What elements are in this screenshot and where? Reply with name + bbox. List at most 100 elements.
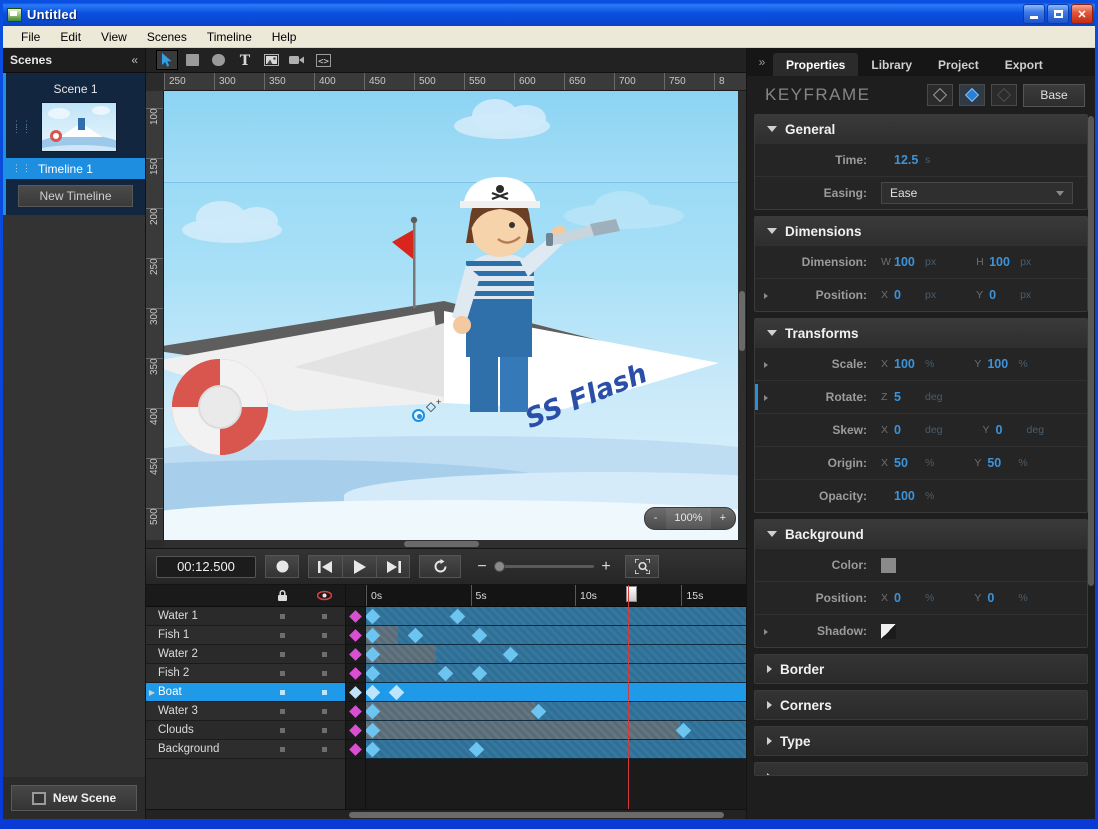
tab-properties[interactable]: Properties	[773, 53, 859, 76]
track-lane-water-2[interactable]	[366, 645, 746, 664]
timeline-ruler[interactable]: 0s 5s 10s 15s	[366, 585, 746, 607]
keyframe-marker[interactable]	[366, 684, 381, 701]
track-lane-background[interactable]	[366, 740, 746, 759]
maximize-button[interactable]	[1047, 4, 1069, 24]
zoom-in-button[interactable]: +	[711, 508, 735, 529]
video-tool[interactable]	[286, 50, 308, 70]
track-lane-water-3[interactable]	[366, 702, 746, 721]
ellipse-tool[interactable]	[208, 50, 230, 70]
close-button[interactable]: ✕	[1071, 4, 1093, 24]
stage-vertical-scrollbar[interactable]	[738, 91, 746, 540]
menu-scenes[interactable]: Scenes	[137, 28, 197, 46]
track-keyframe-indicator[interactable]	[346, 607, 365, 626]
timeline-zoom-out-button[interactable]: −	[476, 558, 488, 576]
lock-toggle[interactable]	[261, 727, 303, 733]
track-lane-clouds[interactable]	[366, 721, 746, 740]
collapse-properties-icon[interactable]: »	[751, 48, 773, 76]
stage-horizontal-scrollbar[interactable]	[164, 540, 746, 548]
menu-timeline[interactable]: Timeline	[197, 28, 262, 46]
group-dimensions-header[interactable]: Dimensions	[755, 217, 1087, 245]
stage-canvas[interactable]: SS Flash ◇+ - 100% +	[164, 91, 746, 540]
visibility-toggle[interactable]	[303, 746, 345, 752]
visibility-toggle[interactable]	[303, 613, 345, 619]
code-tool[interactable]: <>	[312, 50, 334, 70]
rectangle-tool[interactable]	[182, 50, 204, 70]
group-background-header[interactable]: Background	[755, 520, 1087, 548]
lock-toggle[interactable]	[261, 651, 303, 657]
track-lane-fish-1[interactable]	[366, 626, 746, 645]
easing-select[interactable]: Ease	[881, 182, 1073, 204]
visibility-toggle[interactable]	[303, 708, 345, 714]
next-keyframe-button[interactable]	[991, 84, 1017, 106]
origin-y-value[interactable]: 50	[987, 456, 1013, 470]
lock-toggle[interactable]	[261, 613, 303, 619]
lock-toggle[interactable]	[261, 746, 303, 752]
group-general-header[interactable]: General	[755, 115, 1087, 143]
rotate-z-value[interactable]: 5	[894, 390, 920, 404]
visibility-toggle[interactable]	[303, 727, 345, 733]
track-row-boat[interactable]: ▶ Boat	[146, 683, 345, 702]
time-value[interactable]: 12.5	[894, 153, 920, 167]
drag-handle-icon[interactable]: ⋮⋮ ⋮⋮	[12, 120, 31, 134]
timeline-tracks[interactable]: 0s 5s 10s 15s	[366, 585, 746, 809]
bg-shadow-swatch[interactable]	[881, 623, 896, 639]
scene-thumbnail[interactable]	[41, 102, 117, 152]
lock-icon[interactable]	[261, 589, 303, 602]
stage-viewport[interactable]: SS Flash ◇+ - 100% +	[164, 91, 746, 540]
track-keyframe-indicator[interactable]	[346, 721, 365, 740]
track-keyframe-indicator[interactable]	[346, 740, 365, 759]
image-tool[interactable]	[260, 50, 282, 70]
tab-library[interactable]: Library	[858, 53, 925, 76]
scale-y-value[interactable]: 100	[987, 357, 1013, 371]
origin-x-value[interactable]: 50	[894, 456, 920, 470]
scrollbar-thumb[interactable]	[349, 812, 724, 818]
lock-toggle[interactable]	[261, 632, 303, 638]
group-border-header[interactable]: Border	[755, 655, 1087, 683]
visibility-icon[interactable]	[303, 590, 345, 601]
scene-item[interactable]: Scene 1 ⋮⋮ ⋮⋮ ⋮⋮ Timeline 1 New Timeline	[3, 73, 145, 215]
pointer-tool[interactable]	[156, 50, 178, 70]
text-tool[interactable]: T	[234, 50, 256, 70]
collapse-panel-icon[interactable]: «	[131, 53, 138, 67]
track-row-water-3[interactable]: Water 3	[146, 702, 345, 721]
menu-file[interactable]: File	[11, 28, 50, 46]
track-row-clouds[interactable]: Clouds	[146, 721, 345, 740]
lock-toggle[interactable]	[261, 708, 303, 714]
tab-project[interactable]: Project	[925, 53, 992, 76]
play-button[interactable]	[342, 555, 376, 578]
skip-previous-button[interactable]	[308, 555, 342, 578]
position-y-value[interactable]: 0	[989, 288, 1015, 302]
add-keyframe-marker-icon[interactable]: ◇+	[426, 397, 441, 414]
scrollbar-thumb[interactable]	[404, 541, 479, 547]
visibility-toggle[interactable]	[303, 689, 345, 695]
transform-origin-marker[interactable]	[412, 409, 425, 422]
track-row-water-1[interactable]: Water 1	[146, 607, 345, 626]
fit-to-view-button[interactable]	[625, 555, 659, 578]
visibility-toggle[interactable]	[303, 670, 345, 676]
drag-handle-icon[interactable]: ⋮⋮	[12, 163, 32, 174]
track-lane-water-1[interactable]	[366, 607, 746, 626]
lock-toggle[interactable]	[261, 670, 303, 676]
timecode-display[interactable]: 00:12.500	[156, 555, 256, 578]
skew-x-value[interactable]: 0	[894, 423, 920, 437]
keyframe-marker[interactable]	[388, 684, 404, 701]
menu-view[interactable]: View	[91, 28, 137, 46]
group-corners-header[interactable]: Corners	[755, 691, 1087, 719]
timeline-zoom-in-button[interactable]: +	[600, 558, 612, 576]
track-keyframe-indicator[interactable]	[346, 683, 365, 702]
tab-export[interactable]: Export	[992, 53, 1056, 76]
new-scene-button[interactable]: New Scene	[11, 785, 137, 811]
scrollbar-thumb[interactable]	[1088, 116, 1094, 586]
scrollbar-thumb[interactable]	[739, 291, 745, 351]
opacity-value[interactable]: 100	[894, 489, 920, 503]
expand-shadow-icon[interactable]	[755, 622, 777, 640]
width-value[interactable]: 100	[894, 255, 920, 269]
scale-x-value[interactable]: 100	[894, 357, 920, 371]
timeline-zoom-track[interactable]	[494, 561, 594, 572]
loop-button[interactable]	[419, 555, 461, 578]
group-transforms-header[interactable]: Transforms	[755, 319, 1087, 347]
visibility-toggle[interactable]	[303, 651, 345, 657]
track-row-fish-1[interactable]: Fish 1	[146, 626, 345, 645]
track-row-water-2[interactable]: Water 2	[146, 645, 345, 664]
bg-position-y-value[interactable]: 0	[987, 591, 1013, 605]
